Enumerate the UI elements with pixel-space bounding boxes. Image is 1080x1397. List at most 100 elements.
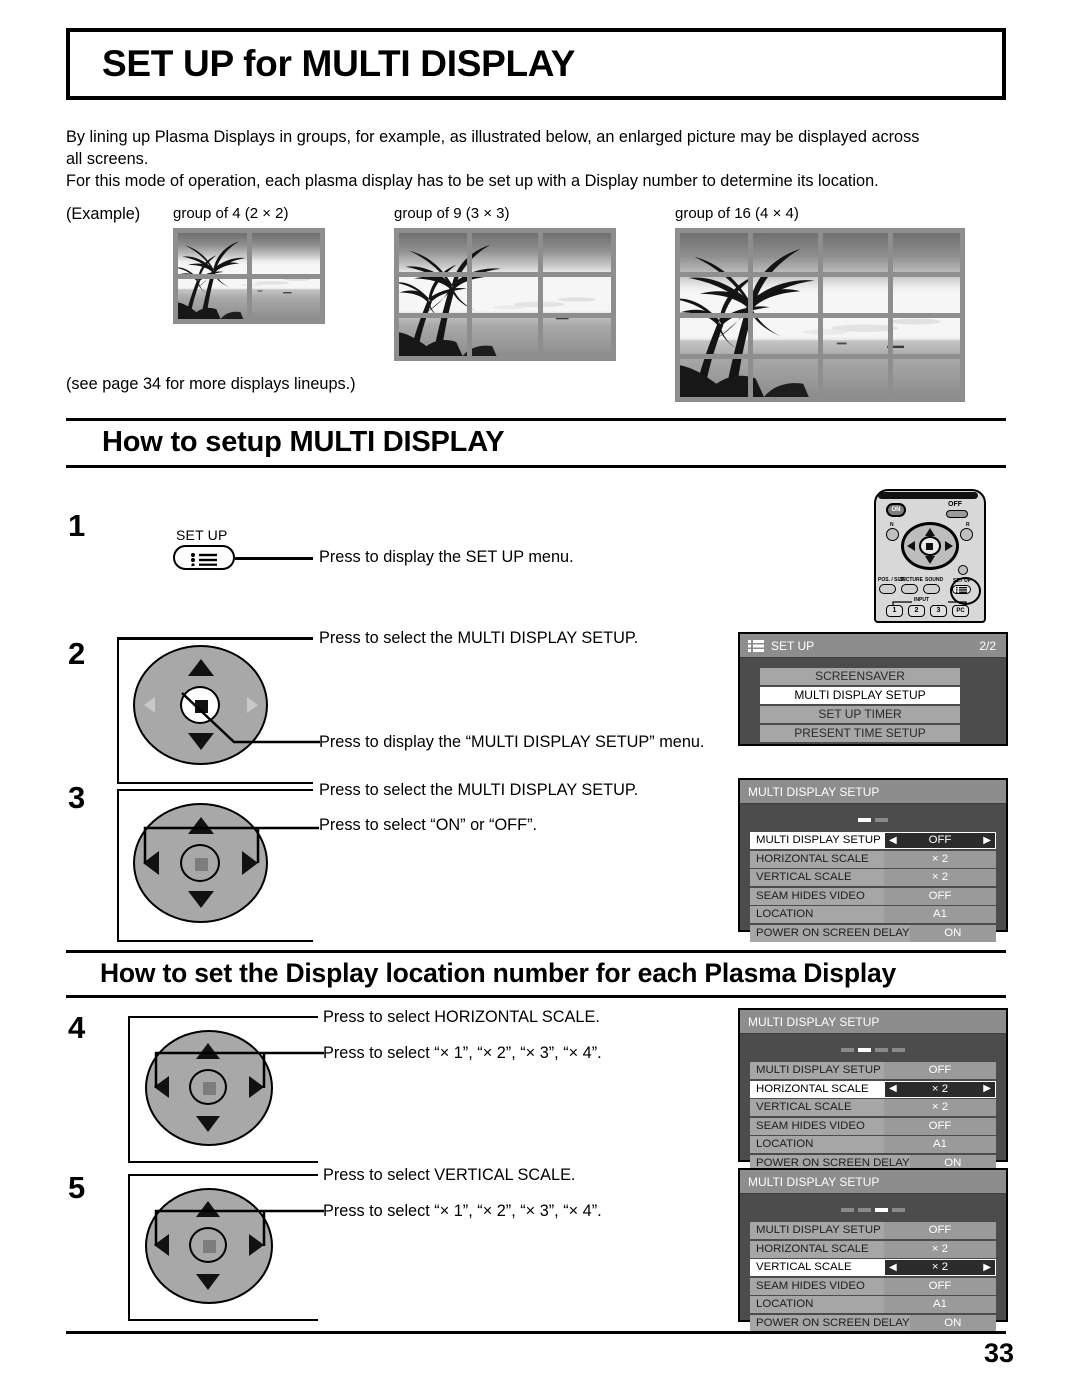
osd-scale-indicator bbox=[750, 1204, 996, 1216]
example-group-9: group of 9 (3 × 3) bbox=[394, 205, 616, 361]
osd-setting-row[interactable]: POWER ON SCREEN DELAY ON bbox=[750, 924, 996, 942]
osd-setting-row[interactable]: HORIZONTAL SCALE × 2 bbox=[750, 1240, 996, 1258]
leader-line-step2-b bbox=[181, 692, 320, 744]
osd-setting-value[interactable]: OFF bbox=[884, 1062, 996, 1079]
osd-setting-label: LOCATION bbox=[750, 906, 884, 923]
osd-setting-row[interactable]: VERTICAL SCALE × 2 bbox=[750, 869, 996, 886]
osd-menu-item[interactable]: SET UP TIMER bbox=[760, 706, 960, 723]
osd-setting-value[interactable]: ◀ × 2 ▶ bbox=[884, 1259, 996, 1276]
osd-setting-label: VERTICAL SCALE bbox=[750, 1259, 884, 1276]
osd-setting-row[interactable]: MULTI DISPLAY SETUP OFF bbox=[750, 1222, 996, 1239]
leader-bracket-step3-updown bbox=[117, 789, 313, 942]
remote-picture-button[interactable] bbox=[901, 584, 918, 594]
osd-setting-row[interactable]: VERTICAL SCALE × 2 bbox=[750, 1099, 996, 1116]
osd-setting-value[interactable]: A1 bbox=[884, 906, 996, 923]
intro-paragraph: By lining up Plasma Displays in groups, … bbox=[66, 126, 1018, 192]
osd-panel-header: MULTI DISPLAY SETUP bbox=[740, 1170, 1006, 1194]
osd-setting-value[interactable]: OFF bbox=[884, 1222, 996, 1239]
osd-setting-value[interactable]: × 2 bbox=[884, 1240, 996, 1258]
osd-setting-label: VERTICAL SCALE bbox=[750, 1099, 884, 1116]
osd-menu-item[interactable]: MULTI DISPLAY SETUP bbox=[760, 687, 960, 704]
osd-setting-row[interactable]: LOCATION A1 bbox=[750, 1136, 996, 1153]
remote-r-button[interactable] bbox=[960, 528, 973, 541]
example-caption: group of 16 (4 × 4) bbox=[675, 205, 799, 222]
osd-setting-row[interactable]: POWER ON SCREEN DELAY ON bbox=[750, 1314, 996, 1332]
osd-setting-value[interactable]: OFF bbox=[884, 1277, 996, 1295]
osd-scale-indicator bbox=[750, 814, 996, 826]
osd-setting-row[interactable]: MULTI DISPLAY SETUP ◀ OFF ▶ bbox=[750, 832, 996, 849]
osd-setting-value[interactable]: × 2 bbox=[884, 850, 996, 868]
leader-line-step2-a bbox=[117, 637, 313, 640]
osd-setting-label: SEAM HIDES VIDEO bbox=[750, 1277, 884, 1295]
osd-setting-value[interactable]: ◀ × 2 ▶ bbox=[884, 1080, 996, 1098]
osd-setting-value[interactable]: OFF bbox=[884, 887, 996, 905]
osd-right-arrow-icon[interactable]: ▶ bbox=[983, 1260, 991, 1275]
osd-scale-indicator-segment bbox=[875, 1208, 888, 1212]
remote-input-3-button[interactable]: 3 bbox=[930, 605, 947, 617]
osd-left-arrow-icon[interactable]: ◀ bbox=[889, 833, 897, 848]
intro-line-3: For this mode of operation, each plasma … bbox=[66, 172, 879, 190]
remote-off-button[interactable] bbox=[946, 510, 968, 518]
osd-setting-label: MULTI DISPLAY SETUP bbox=[750, 1062, 884, 1079]
remote-n-button[interactable] bbox=[886, 528, 899, 541]
osd-setting-row[interactable]: SEAM HIDES VIDEO OFF bbox=[750, 1277, 996, 1295]
osd-setting-value-text: OFF bbox=[928, 834, 952, 846]
osd-setting-label: VERTICAL SCALE bbox=[750, 869, 884, 886]
leader-bracket-step3-leftright bbox=[143, 826, 319, 863]
osd-setting-value[interactable]: ON bbox=[909, 924, 996, 942]
osd-setting-row[interactable]: SEAM HIDES VIDEO OFF bbox=[750, 1117, 996, 1135]
osd-setting-row[interactable]: MULTI DISPLAY SETUP OFF bbox=[750, 1062, 996, 1079]
remote-ir-bar bbox=[878, 492, 978, 499]
osd-menu-item[interactable]: SCREENSAVER bbox=[760, 668, 960, 685]
remote-picture-label: PICTURE bbox=[901, 577, 923, 583]
osd-setting-row[interactable]: SEAM HIDES VIDEO OFF bbox=[750, 887, 996, 905]
section-heading-setup: How to setup MULTI DISPLAY bbox=[66, 418, 1006, 468]
osd-scale-indicator-segment bbox=[841, 1048, 854, 1052]
osd-setting-value[interactable]: ◀ OFF ▶ bbox=[884, 832, 996, 849]
step-2-instruction-1: Press to select the MULTI DISPLAY SETUP. bbox=[319, 629, 639, 647]
remote-off-label: OFF bbox=[948, 501, 962, 508]
remote-sound-button[interactable] bbox=[923, 584, 940, 594]
page-title: SET UP for MULTI DISPLAY bbox=[102, 43, 576, 84]
osd-scale-indicator-segment bbox=[892, 1208, 905, 1212]
remote-input-2-button[interactable]: 2 bbox=[908, 605, 925, 617]
remote-extra-button[interactable] bbox=[958, 565, 968, 575]
osd-setting-value[interactable]: × 2 bbox=[884, 869, 996, 886]
osd-setting-row[interactable]: LOCATION A1 bbox=[750, 906, 996, 923]
display-wall-2x2 bbox=[173, 228, 325, 324]
remote-on-button[interactable]: ON bbox=[886, 503, 906, 517]
setup-button-icon[interactable] bbox=[173, 545, 235, 570]
remote-pos-size-button[interactable] bbox=[879, 584, 896, 594]
osd-setting-row[interactable]: LOCATION A1 bbox=[750, 1296, 996, 1313]
osd-setting-value-text: × 2 bbox=[931, 1261, 949, 1273]
remote-dpad-center[interactable] bbox=[919, 536, 941, 556]
osd-setting-row[interactable]: HORIZONTAL SCALE ◀ × 2 ▶ bbox=[750, 1080, 996, 1098]
section-heading-location: How to set the Display location number f… bbox=[66, 950, 1006, 998]
step-number-3: 3 bbox=[68, 780, 86, 815]
osd-setting-value[interactable]: ON bbox=[909, 1314, 996, 1332]
example-group-4: group of 4 (2 × 2) bbox=[173, 205, 325, 324]
osd-setting-value[interactable]: A1 bbox=[884, 1136, 996, 1153]
step-3-instruction-2: Press to select “ON” or “OFF”. bbox=[319, 816, 538, 834]
example-label: (Example) bbox=[66, 205, 141, 223]
osd-setting-value[interactable]: A1 bbox=[884, 1296, 996, 1313]
remote-input-1-button[interactable]: 1 bbox=[886, 605, 903, 617]
osd-left-arrow-icon[interactable]: ◀ bbox=[889, 1082, 897, 1097]
osd-right-arrow-icon[interactable]: ▶ bbox=[983, 1082, 991, 1097]
osd-menu-item[interactable]: PRESENT TIME SETUP bbox=[760, 725, 960, 742]
remote-input-pc-button[interactable]: PC bbox=[952, 605, 969, 617]
osd-setting-label: POWER ON SCREEN DELAY bbox=[750, 924, 910, 942]
osd-setting-label: HORIZONTAL SCALE bbox=[750, 1240, 884, 1258]
step-4-instruction-2: Press to select “× 1”, “× 2”, “× 3”, “× … bbox=[323, 1044, 602, 1062]
osd-setting-row[interactable]: VERTICAL SCALE ◀ × 2 ▶ bbox=[750, 1259, 996, 1276]
page-number: 33 bbox=[983, 1338, 1014, 1368]
osd-setting-row[interactable]: HORIZONTAL SCALE × 2 bbox=[750, 850, 996, 868]
osd-panel-header: MULTI DISPLAY SETUP bbox=[740, 1010, 1006, 1034]
osd-setting-value[interactable]: × 2 bbox=[884, 1099, 996, 1116]
osd-scale-indicator bbox=[750, 1044, 996, 1056]
osd-setup-menu-title: SET UP bbox=[771, 638, 815, 653]
osd-right-arrow-icon[interactable]: ▶ bbox=[983, 833, 991, 848]
display-wall-4x4 bbox=[675, 228, 965, 402]
osd-left-arrow-icon[interactable]: ◀ bbox=[889, 1260, 897, 1275]
osd-setting-value[interactable]: OFF bbox=[884, 1117, 996, 1135]
